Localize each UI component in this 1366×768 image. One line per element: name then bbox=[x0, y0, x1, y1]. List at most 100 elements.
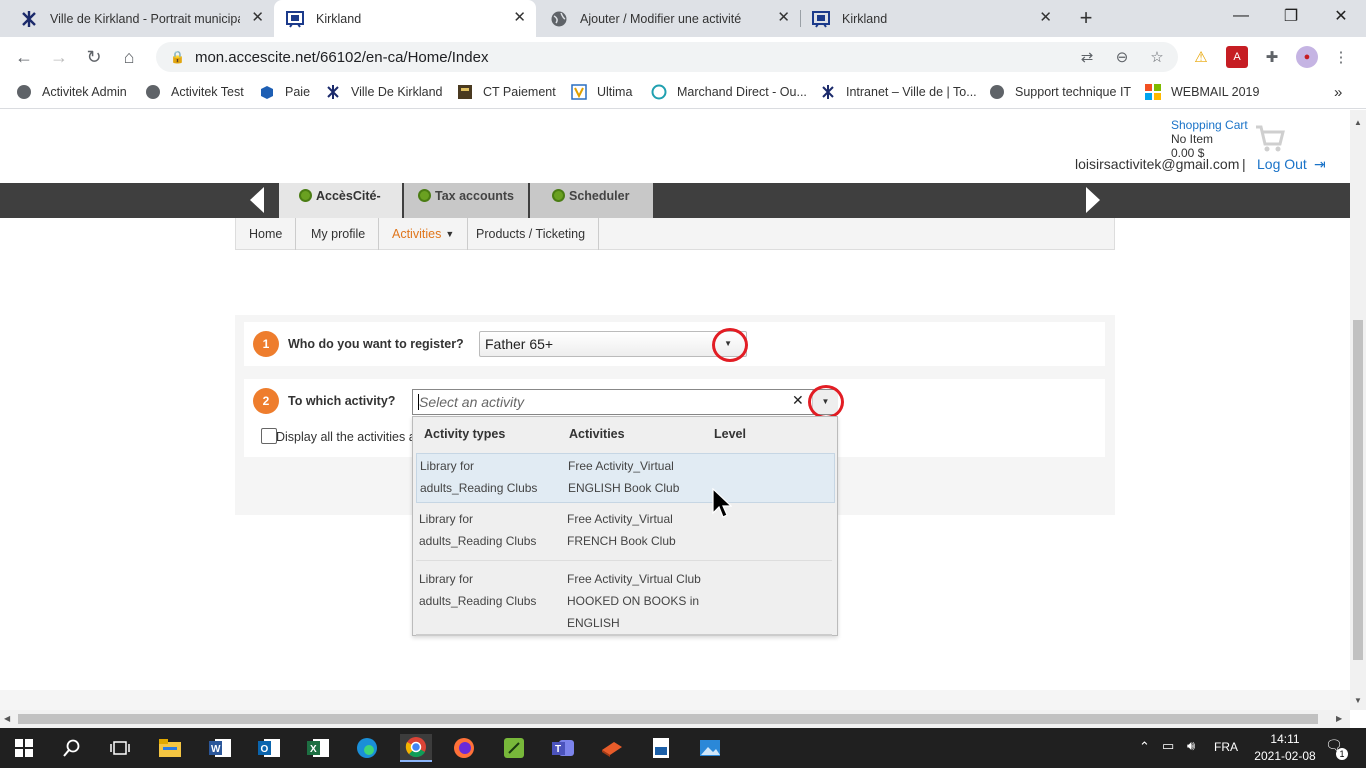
close-tab-icon[interactable]: ✕ bbox=[513, 10, 526, 26]
horizontal-scroll-thumb[interactable] bbox=[18, 714, 1318, 724]
language-indicator[interactable]: FRA bbox=[1214, 740, 1238, 754]
col-header-activities: Activities bbox=[569, 427, 625, 441]
bookmark-item[interactable]: Ultima bbox=[571, 84, 632, 100]
windows-start-icon[interactable] bbox=[10, 734, 38, 762]
web-page: Shopping Cart No Item 0.00 $ loisirsacti… bbox=[0, 110, 1350, 710]
bookmark-item[interactable]: Paie bbox=[259, 84, 310, 100]
excel-icon[interactable]: X bbox=[304, 734, 332, 762]
url-bar[interactable]: 🔒 mon.accescite.net/66102/en-ca/Home/Ind… bbox=[156, 42, 1178, 72]
new-tab-icon[interactable]: + bbox=[1074, 7, 1098, 31]
user-email: loisirsactivitek@gmail.com bbox=[1075, 156, 1240, 172]
menu-activities[interactable]: Activities ▼ bbox=[379, 218, 469, 250]
profile-avatar[interactable]: ● bbox=[1296, 46, 1318, 68]
back-icon[interactable]: ← bbox=[12, 45, 36, 69]
forward-icon[interactable]: → bbox=[47, 45, 71, 69]
cart-items: No Item bbox=[1171, 132, 1214, 146]
scroll-down-icon[interactable]: ▼ bbox=[1354, 696, 1362, 705]
task-view-icon[interactable] bbox=[106, 734, 134, 762]
close-tab-icon[interactable]: ✕ bbox=[251, 10, 264, 26]
photos-icon[interactable] bbox=[696, 734, 724, 762]
app-green-icon[interactable] bbox=[500, 734, 528, 762]
url-text: mon.accescite.net/66102/en-ca/Home/Index bbox=[194, 48, 489, 66]
chrome-icon[interactable] bbox=[400, 734, 432, 762]
bookmark-item[interactable]: Support technique IT bbox=[989, 84, 1131, 100]
bookmark-item[interactable]: Activitek Admin bbox=[16, 84, 127, 100]
file-explorer-icon[interactable] bbox=[156, 734, 184, 762]
scroll-up-icon[interactable]: ▲ bbox=[1354, 118, 1362, 127]
restore-icon[interactable]: ❐ bbox=[1266, 0, 1316, 32]
display-all-checkbox[interactable] bbox=[261, 428, 277, 444]
tab-accescite[interactable]: AccèsCité- bbox=[279, 183, 402, 218]
menu-my-profile[interactable]: My profile bbox=[298, 218, 380, 250]
zoom-icon[interactable]: ⊖ bbox=[1111, 46, 1133, 68]
clock-date[interactable]: 2021-02-08 bbox=[1246, 749, 1324, 763]
kirkland-icon bbox=[820, 84, 836, 100]
network-icon[interactable]: ▭ bbox=[1162, 738, 1174, 754]
browser-tab-3[interactable]: Ajouter / Modifier une activité ✕ bbox=[538, 0, 800, 37]
bookmark-star-icon[interactable]: ☆ bbox=[1146, 46, 1168, 68]
bookmark-item[interactable]: Intranet – Ville de | To... bbox=[820, 84, 977, 100]
search-icon[interactable] bbox=[58, 734, 86, 762]
puzzle-icon[interactable]: ✚ bbox=[1261, 46, 1283, 68]
home-icon[interactable]: ⌂ bbox=[117, 45, 141, 69]
notification-count: 1 bbox=[1336, 748, 1348, 760]
vertical-scrollbar[interactable]: ▲ ▼ bbox=[1350, 110, 1366, 710]
firefox-icon[interactable] bbox=[450, 734, 478, 762]
bookmark-item[interactable]: Ville De Kirkland bbox=[325, 84, 442, 100]
menu-products-ticketing[interactable]: Products / Ticketing bbox=[463, 218, 600, 250]
nav-prev-arrow-icon[interactable] bbox=[250, 187, 264, 216]
word-icon[interactable]: W bbox=[206, 734, 234, 762]
logout-icon[interactable]: ⇥ bbox=[1314, 156, 1326, 173]
outlook-icon[interactable]: O bbox=[255, 734, 283, 762]
close-tab-icon[interactable]: ✕ bbox=[1039, 10, 1052, 26]
nav-next-arrow-icon[interactable] bbox=[1086, 187, 1100, 216]
globe-icon bbox=[989, 84, 1005, 100]
shopping-cart-icon[interactable] bbox=[1254, 124, 1286, 157]
browser-tab-1[interactable]: Ville de Kirkland - Portrait municipal ✕ bbox=[8, 0, 274, 37]
logout-link[interactable]: Log Out bbox=[1257, 156, 1307, 172]
cart-link[interactable]: Shopping Cart bbox=[1171, 118, 1248, 132]
kirkland-icon bbox=[325, 84, 341, 100]
activity-option-1[interactable]: Library for adults_Reading Clubs Free Ac… bbox=[416, 453, 835, 503]
activity-option-3[interactable]: Library for adults_Reading Clubs Free Ac… bbox=[416, 562, 832, 636]
minimize-icon[interactable]: — bbox=[1216, 0, 1266, 32]
tab-scheduler[interactable]: Scheduler bbox=[530, 183, 653, 218]
clear-icon[interactable]: ✕ bbox=[792, 392, 804, 409]
horizontal-scrollbar[interactable]: ◀ ▶ bbox=[0, 710, 1350, 728]
translate-icon[interactable]: ⇄ bbox=[1076, 46, 1098, 68]
vertical-scroll-thumb[interactable] bbox=[1353, 320, 1363, 660]
pdf-extension-icon[interactable]: A bbox=[1226, 46, 1248, 68]
bookmarks-overflow-button[interactable]: » bbox=[1334, 84, 1342, 101]
activity-search-input[interactable]: Select an activity ✕ ▼ bbox=[412, 389, 838, 415]
close-window-icon[interactable]: ✕ bbox=[1316, 0, 1366, 32]
browser-tab-2[interactable]: Kirkland ✕ bbox=[274, 0, 536, 37]
scroll-left-icon[interactable]: ◀ bbox=[4, 714, 10, 723]
browser-menu-icon[interactable]: ⋮ bbox=[1330, 46, 1352, 68]
menu-home[interactable]: Home bbox=[236, 218, 297, 250]
reload-icon[interactable]: ↻ bbox=[82, 45, 106, 69]
bookmark-item[interactable]: Activitek Test bbox=[145, 84, 244, 100]
tab-tax-accounts[interactable]: Tax accounts bbox=[404, 183, 528, 218]
bookmark-item[interactable]: Marchand Direct - Ou... bbox=[651, 84, 807, 100]
browser-tab-4[interactable]: Kirkland ✕ bbox=[800, 0, 1062, 37]
display-all-label: Display all the activities a bbox=[276, 430, 416, 444]
sub-menu: Home My profile Activities ▼ Products / T… bbox=[235, 218, 1115, 250]
scroll-right-icon[interactable]: ▶ bbox=[1336, 714, 1342, 723]
clock-time[interactable]: 14:11 bbox=[1260, 732, 1310, 746]
globe-icon bbox=[145, 84, 161, 100]
bookmark-item[interactable]: WEBMAIL 2019 bbox=[1145, 84, 1259, 100]
extension-icon[interactable]: ⚠ bbox=[1190, 46, 1212, 68]
activity-option-2[interactable]: Library for adults_Reading Clubs Free Ac… bbox=[416, 507, 832, 561]
close-tab-icon[interactable]: ✕ bbox=[777, 10, 790, 26]
person-select[interactable]: Father 65+ ▼ bbox=[479, 331, 747, 357]
edge-icon[interactable] bbox=[353, 734, 381, 762]
highlight-circle bbox=[808, 385, 844, 419]
globe-icon bbox=[550, 10, 568, 28]
bookmark-item[interactable]: CT Paiement bbox=[457, 84, 556, 100]
volume-icon[interactable]: 🔊︎ bbox=[1187, 738, 1195, 754]
teams-icon[interactable]: T bbox=[549, 734, 577, 762]
books-app-icon[interactable] bbox=[598, 734, 626, 762]
document-app-icon[interactable] bbox=[647, 734, 675, 762]
globe-icon bbox=[16, 84, 32, 100]
tray-overflow-icon[interactable]: ⌃ bbox=[1139, 739, 1150, 755]
